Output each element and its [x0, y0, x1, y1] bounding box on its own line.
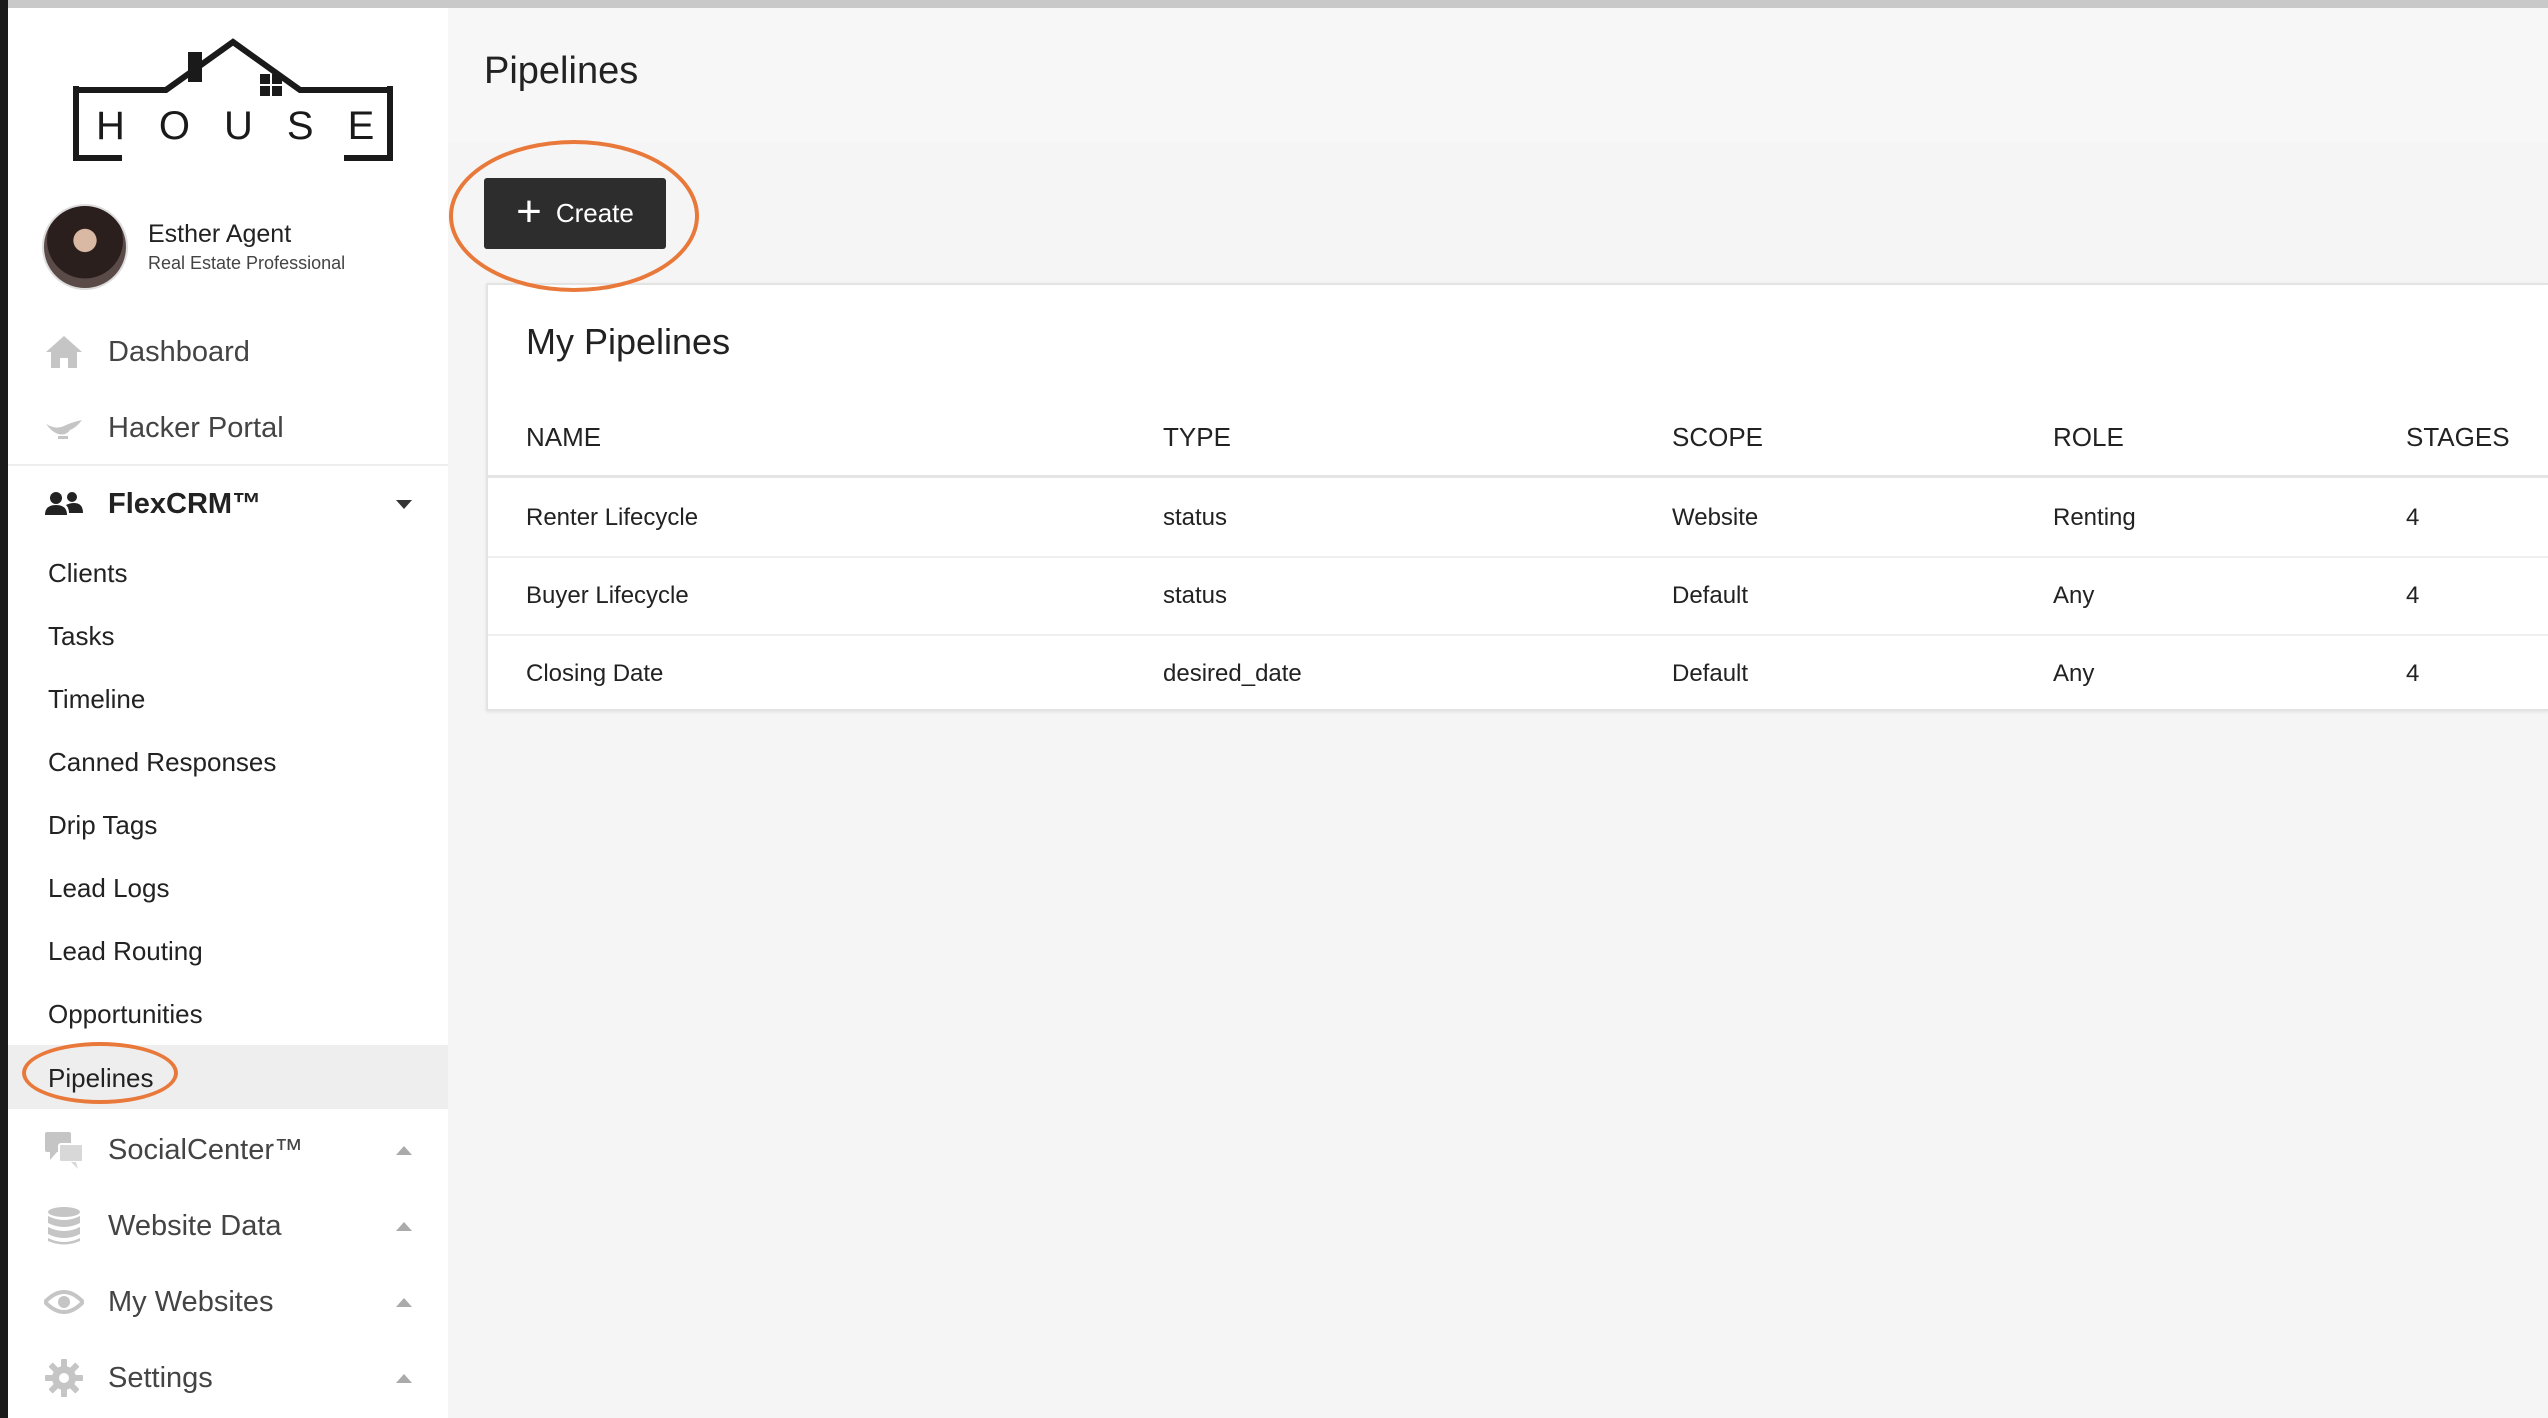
- nav-dashboard-label: Dashboard: [108, 335, 250, 368]
- database-icon: [42, 1204, 86, 1248]
- column-header-stages[interactable]: STAGES: [2406, 422, 2510, 453]
- sidebar-item-label: Lead Routing: [48, 935, 203, 966]
- cell-scope: Default: [1672, 660, 1749, 687]
- row-divider: [488, 634, 2548, 636]
- cell-type: status: [1163, 504, 1228, 531]
- nav-settings[interactable]: Settings: [8, 1340, 448, 1416]
- sidebar-item-tasks[interactable]: Tasks: [8, 605, 448, 667]
- cell-type: desired_date: [1163, 660, 1302, 687]
- logo-text: HOUSE: [96, 104, 409, 148]
- nav-flexcrm[interactable]: FlexCRM™: [8, 466, 448, 542]
- sidebar-item-label: Tasks: [48, 620, 115, 651]
- home-icon: [42, 330, 86, 374]
- sidebar-item-clients[interactable]: Clients: [8, 542, 448, 604]
- page-title: Pipelines: [484, 50, 639, 92]
- window-left-border: [0, 0, 8, 1418]
- cell-stages: 4: [2406, 582, 2420, 609]
- user-profile[interactable]: Esther Agent Real Estate Professional: [42, 204, 345, 290]
- cell-name[interactable]: Buyer Lifecycle: [526, 582, 689, 610]
- nav-my-websites-label: My Websites: [108, 1285, 274, 1318]
- sidebar-item-label: Clients: [48, 557, 128, 588]
- sidebar-item-label: Drip Tags: [48, 809, 158, 840]
- cell-stages: 4: [2406, 504, 2420, 531]
- genie-lamp-icon: [42, 406, 86, 450]
- nav-socialcenter[interactable]: SocialCenter™: [8, 1112, 448, 1188]
- cell-scope: Default: [1672, 582, 1749, 609]
- avatar[interactable]: [42, 204, 128, 290]
- nav-my-websites[interactable]: My Websites: [8, 1264, 448, 1340]
- nav-hacker-portal[interactable]: Hacker Portal: [8, 390, 448, 466]
- cell-name[interactable]: Closing Date: [526, 660, 663, 688]
- nav-socialcenter-label: SocialCenter™: [108, 1133, 304, 1166]
- gear-icon: [42, 1356, 86, 1400]
- sidebar-item-timeline[interactable]: Timeline: [8, 668, 448, 730]
- chevron-up-icon[interactable]: [396, 1373, 412, 1383]
- nav-settings-label: Settings: [108, 1361, 213, 1394]
- users-icon: [42, 482, 86, 526]
- sidebar-item-label: Pipelines: [48, 1062, 154, 1093]
- cell-type: status: [1163, 582, 1228, 609]
- nav-website-data[interactable]: Website Data: [8, 1188, 448, 1264]
- house-logo[interactable]: HOUSE: [70, 34, 396, 170]
- column-header-role[interactable]: ROLE: [2053, 422, 2124, 453]
- window-top-border: [0, 0, 2548, 8]
- sidebar-item-label: Canned Responses: [48, 746, 277, 777]
- cell-role: Any: [2053, 660, 2095, 687]
- chevron-down-icon[interactable]: [396, 499, 412, 509]
- nav-hacker-portal-label: Hacker Portal: [108, 411, 284, 444]
- chevron-up-icon[interactable]: [396, 1145, 412, 1155]
- create-button-label: Create: [555, 198, 634, 228]
- eye-icon: [42, 1280, 86, 1324]
- card-title: My Pipelines: [526, 321, 731, 362]
- cell-stages: 4: [2406, 660, 2420, 687]
- cell-role: Any: [2053, 582, 2095, 609]
- header-divider: [488, 475, 2548, 478]
- chat-bubbles-icon: [42, 1128, 86, 1172]
- pipelines-card: My Pipelines NAME TYPE SCOPE ROLE STAGES…: [486, 283, 2548, 711]
- plus-icon: +: [516, 186, 542, 236]
- column-header-name[interactable]: NAME: [526, 422, 601, 453]
- nav-flexcrm-label: FlexCRM™: [108, 487, 262, 520]
- profile-name: Esther Agent: [148, 220, 292, 248]
- sidebar-item-drip-tags[interactable]: Drip Tags: [8, 794, 448, 856]
- column-header-type[interactable]: TYPE: [1163, 422, 1231, 453]
- chevron-up-icon[interactable]: [396, 1297, 412, 1307]
- column-header-scope[interactable]: SCOPE: [1672, 422, 1763, 453]
- cell-name[interactable]: Renter Lifecycle: [526, 504, 698, 532]
- sidebar-item-label: Timeline: [48, 683, 146, 714]
- profile-role: Real Estate Professional: [148, 253, 346, 273]
- nav-website-data-label: Website Data: [108, 1209, 282, 1242]
- page-header: [448, 8, 2548, 142]
- cell-scope: Website: [1672, 504, 1759, 531]
- nav-dashboard[interactable]: Dashboard: [8, 314, 448, 390]
- create-button[interactable]: + Create: [484, 178, 666, 249]
- sidebar: HOUSE Esther Agent Real Estate Professio…: [0, 8, 448, 1418]
- sidebar-item-canned-responses[interactable]: Canned Responses: [8, 731, 448, 793]
- cell-role: Renting: [2053, 504, 2136, 531]
- sidebar-item-opportunities[interactable]: Opportunities: [8, 983, 448, 1045]
- sidebar-item-lead-routing[interactable]: Lead Routing: [8, 920, 448, 982]
- sidebar-item-label: Opportunities: [48, 998, 203, 1029]
- row-divider: [488, 556, 2548, 558]
- chevron-up-icon[interactable]: [396, 1221, 412, 1231]
- sidebar-item-label: Lead Logs: [48, 872, 170, 903]
- sidebar-item-lead-logs[interactable]: Lead Logs: [8, 857, 448, 919]
- sidebar-item-pipelines[interactable]: Pipelines: [0, 1047, 448, 1109]
